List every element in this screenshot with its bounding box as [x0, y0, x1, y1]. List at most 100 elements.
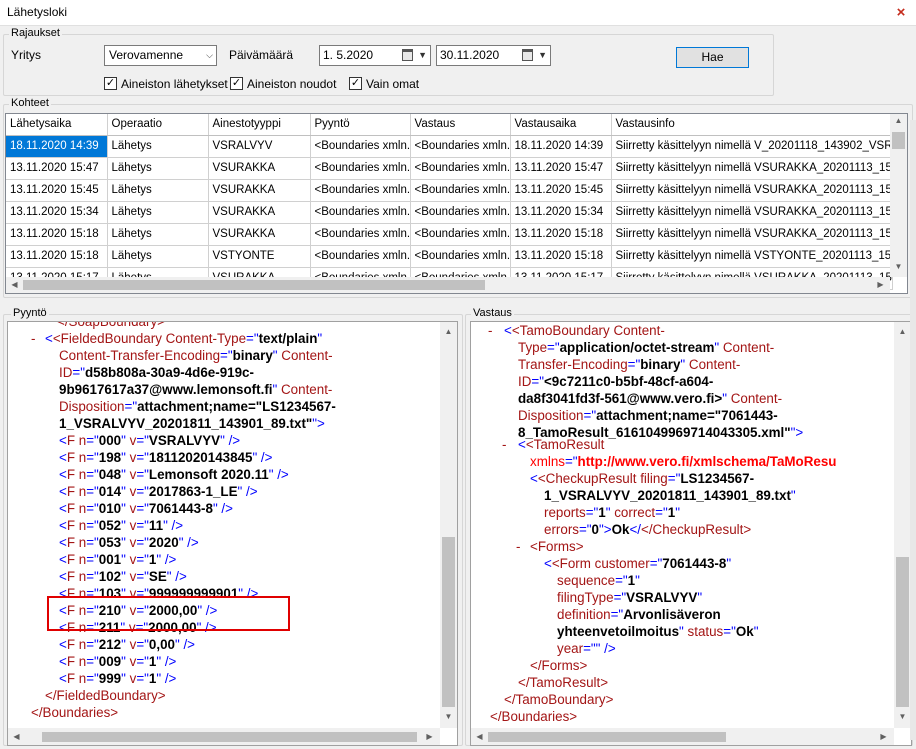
table-vertical-scrollbar[interactable]: ▲ ▼: [890, 114, 907, 277]
field-v: 0,00: [148, 637, 175, 652]
field-v: Lemonsoft 2020.11: [148, 467, 269, 482]
collapse-toggle[interactable]: -: [31, 330, 35, 347]
table-row[interactable]: 13.11.2020 15:34 Lähetys VSURAKKA <Boundari…: [6, 201, 893, 224]
request-horizontal-scrollbar[interactable]: ◀ ▶: [8, 728, 440, 745]
xml-line: </Boundaries>: [31, 704, 118, 721]
table-cell: 13.11.2020 15:45: [510, 179, 612, 202]
scroll-left-icon[interactable]: ◀: [471, 732, 488, 741]
column-header[interactable]: Pyyntö: [310, 114, 411, 136]
table-row[interactable]: 13.11.2020 15:18 Lähetys VSTYONTE <Boundari…: [6, 245, 893, 268]
date-from-picker[interactable]: 1. 5.2020 ▼: [319, 45, 431, 66]
close-button[interactable]: ×: [892, 4, 910, 22]
sent-checkbox[interactable]: ✓: [104, 77, 117, 90]
table-horizontal-scrollbar[interactable]: ◀ ▶: [6, 277, 890, 293]
response-vertical-scrollbar[interactable]: ▲ ▼: [894, 322, 911, 728]
table-row[interactable]: 13.11.2020 15:45 Lähetys VSURAKKA <Boundari…: [6, 179, 893, 202]
table-row[interactable]: 13.11.2020 15:18 Lähetys VSURAKKA <Boundari…: [6, 223, 893, 246]
date-to-picker[interactable]: 30.11.2020 ▼: [436, 45, 551, 66]
chevron-down-icon[interactable]: ▼: [538, 46, 547, 65]
items-table[interactable]: Lähetysaika Operaatio Ainestotyyppi Pyyn…: [5, 113, 908, 294]
fetch-checkbox[interactable]: ✓: [230, 77, 243, 90]
items-legend: Kohteet: [9, 97, 51, 109]
xml-field-line: <F n="000" v="VSRALVYV" />: [59, 433, 241, 448]
request-vertical-scrollbar[interactable]: ▲ ▼: [440, 322, 457, 728]
collapse-toggle[interactable]: -: [488, 322, 492, 339]
table-cell: 13.11.2020 15:34: [6, 201, 108, 224]
scroll-up-icon[interactable]: ▲: [890, 116, 907, 125]
xml-text: Ok: [611, 522, 630, 537]
scroll-right-icon[interactable]: ▶: [872, 280, 889, 289]
table-cell: <Boundaries xmln...: [310, 135, 411, 158]
scroll-up-icon[interactable]: ▲: [440, 327, 457, 336]
calendar-icon[interactable]: [402, 49, 413, 61]
column-header[interactable]: Vastausinfo: [611, 114, 893, 136]
column-header[interactable]: Operaatio: [107, 114, 209, 136]
own-only-checkbox[interactable]: ✓: [349, 77, 362, 90]
response-xml-view[interactable]: - <<TamoBoundary Content- Type="applicat…: [470, 321, 912, 746]
xml-line: <<Form customer="7061443-8": [544, 556, 732, 571]
request-xml-view[interactable]: </SoapBoundary> - <<FieldedBoundary Cont…: [7, 321, 458, 746]
collapse-toggle[interactable]: -: [516, 538, 520, 555]
calendar-icon[interactable]: [522, 49, 533, 61]
window-scrollbar[interactable]: [910, 120, 916, 740]
xml-value: <9c7211c0-b5bf-48cf-a604-: [543, 374, 714, 389]
xml-value: 1: [598, 505, 606, 520]
scrollbar-thumb[interactable]: [442, 537, 455, 707]
xml-field-line: <F n="009" v="1" />: [59, 654, 177, 669]
scrollbar-thumb[interactable]: [488, 732, 726, 742]
xml-attr: Transfer-Encoding: [518, 357, 628, 372]
table-cell: <Boundaries xmln...: [410, 223, 511, 246]
xml-value: 9b9617617a37@www.lemonsoft.fi: [59, 382, 273, 397]
scroll-down-icon[interactable]: ▼: [894, 712, 911, 721]
xml-line: definition="Arvonlisäveron: [557, 607, 721, 622]
table-row[interactable]: 18.11.2020 14:39 Lähetys VSRALVYV <Boundari…: [6, 135, 893, 158]
xml-line: </TamoBoundary>: [504, 691, 613, 708]
scroll-right-icon[interactable]: ▶: [421, 732, 438, 741]
xml-tag: <TamoResult: [525, 437, 605, 452]
scroll-down-icon[interactable]: ▼: [890, 262, 907, 271]
scroll-left-icon[interactable]: ◀: [8, 732, 25, 741]
scroll-right-icon[interactable]: ▶: [875, 732, 892, 741]
table-cell: <Boundaries xmln...: [410, 135, 511, 158]
xml-attr: xmlns: [530, 454, 565, 469]
xml-value: 7061443-8: [662, 556, 727, 571]
xml-line: <<FieldedBoundary Content-Type="text/pla…: [45, 331, 323, 346]
xml-attr: correct: [614, 505, 656, 520]
scrollbar-thumb[interactable]: [892, 132, 905, 149]
column-header[interactable]: Ainestotyyppi: [208, 114, 311, 136]
xml-attr: ID: [518, 374, 532, 389]
xml-line: filingType="VSRALVYV": [557, 590, 703, 605]
scroll-left-icon[interactable]: ◀: [6, 280, 23, 289]
xml-line: </Boundaries>: [490, 708, 577, 725]
scrollbar-thumb[interactable]: [23, 280, 485, 290]
xml-line: <<CheckupResult filing="LS1234567-: [530, 471, 755, 486]
xml-field-line: <F n="212" v="0,00" />: [59, 637, 195, 652]
column-header[interactable]: Lähetysaika: [6, 114, 108, 136]
scrollbar-thumb[interactable]: [42, 732, 417, 742]
field-n: 000: [98, 433, 122, 448]
xml-field-line: <F n="048" v="Lemonsoft 2020.11" />: [59, 467, 289, 482]
table-cell: VSRALVYV: [208, 135, 311, 158]
column-header[interactable]: Vastausaika: [510, 114, 612, 136]
search-button[interactable]: Hae: [676, 47, 749, 68]
company-select[interactable]: Verovamenne ⌵: [104, 45, 217, 66]
table-cell: 13.11.2020 15:34: [510, 201, 612, 224]
xml-value: Arvonlisäveron: [623, 607, 721, 622]
response-horizontal-scrollbar[interactable]: ◀ ▶: [471, 728, 894, 745]
xml-value: 1_VSRALVYV_20201811_143901_89.txt: [544, 488, 791, 503]
table-cell: <Boundaries xmln...: [410, 157, 511, 180]
table-row[interactable]: 13.11.2020 15:47 Lähetys VSURAKKA <Boundari…: [6, 157, 893, 180]
table-cell: Lähetys: [107, 223, 209, 246]
xml-tag: <CheckupResult: [537, 471, 637, 486]
xml-attr: Content-Transfer-Encoding: [59, 348, 221, 363]
xml-field-line: <F n="014" v="2017863-1_LE" />: [59, 484, 258, 499]
scroll-down-icon[interactable]: ▼: [440, 712, 457, 721]
scroll-up-icon[interactable]: ▲: [894, 327, 911, 336]
xml-tag: </Forms>: [530, 658, 588, 673]
xml-field-line: <F n="001" v="1" />: [59, 552, 177, 567]
scrollbar-thumb[interactable]: [896, 557, 909, 707]
chevron-down-icon[interactable]: ▼: [418, 46, 427, 65]
xml-tag: <TamoBoundary: [511, 323, 610, 338]
column-header[interactable]: Vastaus: [410, 114, 511, 136]
collapse-toggle[interactable]: -: [502, 436, 506, 453]
